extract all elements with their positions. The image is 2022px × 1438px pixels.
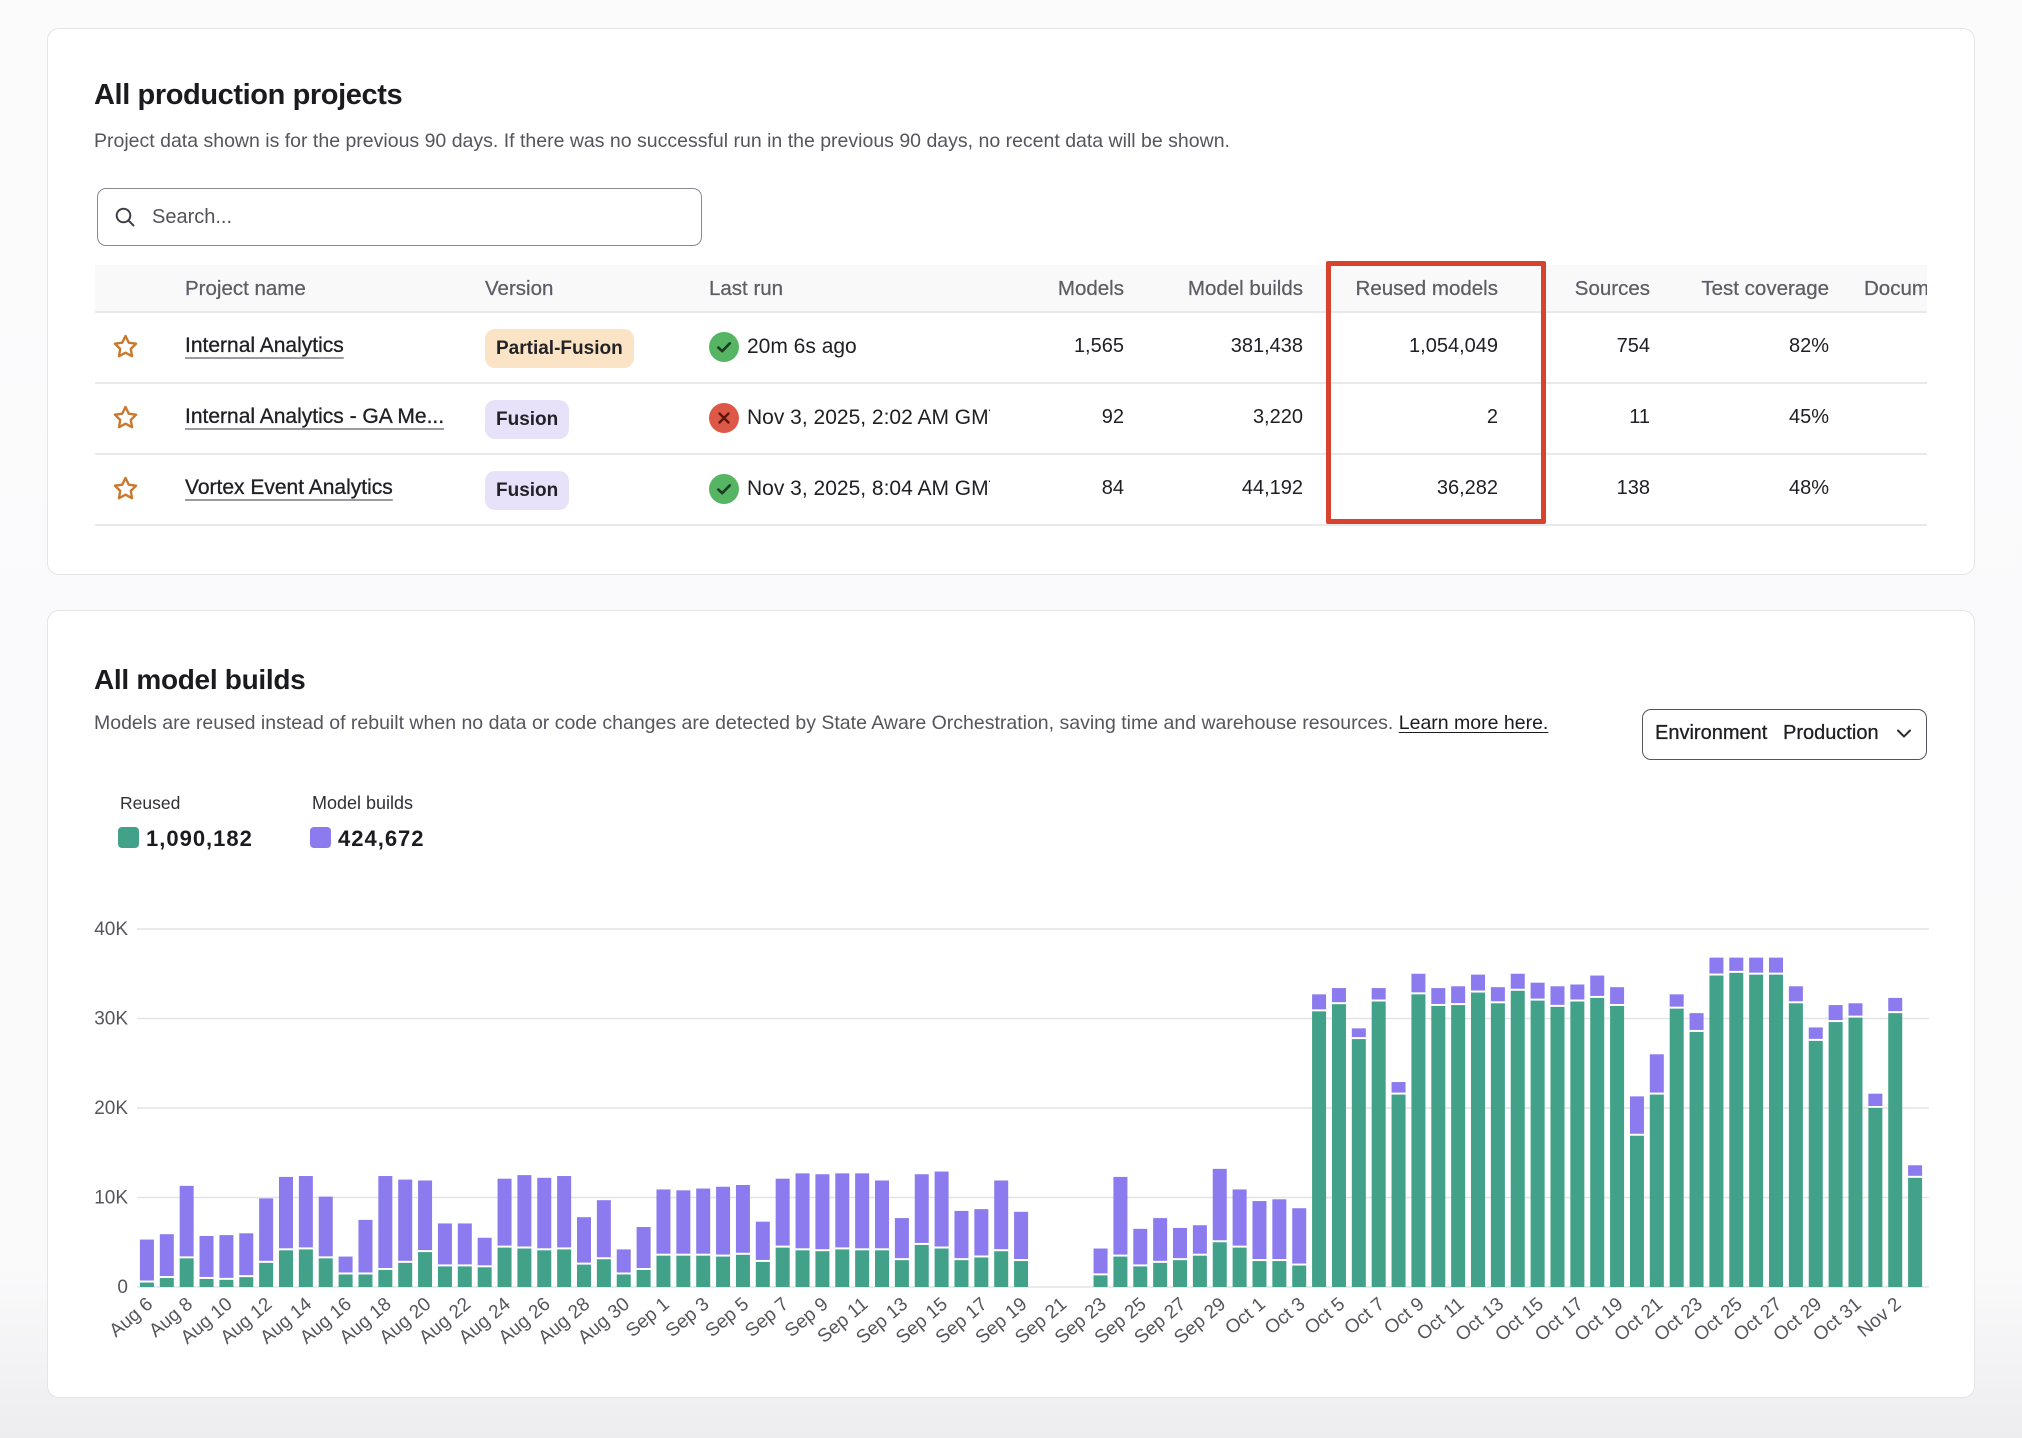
- svg-text:30K: 30K: [94, 1009, 128, 1030]
- svg-text:Aug 6: Aug 6: [106, 1294, 158, 1342]
- svg-text:Oct 5: Oct 5: [1301, 1294, 1349, 1339]
- svg-text:Oct 7: Oct 7: [1341, 1294, 1389, 1339]
- svg-text:Sep 3: Sep 3: [662, 1294, 714, 1342]
- svg-text:Sep 1: Sep 1: [622, 1294, 674, 1342]
- svg-text:20K: 20K: [94, 1098, 128, 1119]
- svg-text:10K: 10K: [94, 1188, 128, 1209]
- svg-text:Sep 7: Sep 7: [741, 1294, 793, 1342]
- svg-text:40K: 40K: [94, 919, 128, 940]
- svg-text:Nov 2: Nov 2: [1854, 1294, 1906, 1342]
- svg-text:Oct 1: Oct 1: [1221, 1294, 1269, 1339]
- svg-text:0: 0: [117, 1277, 128, 1298]
- svg-text:Sep 5: Sep 5: [702, 1294, 754, 1342]
- svg-text:Oct 3: Oct 3: [1261, 1294, 1309, 1339]
